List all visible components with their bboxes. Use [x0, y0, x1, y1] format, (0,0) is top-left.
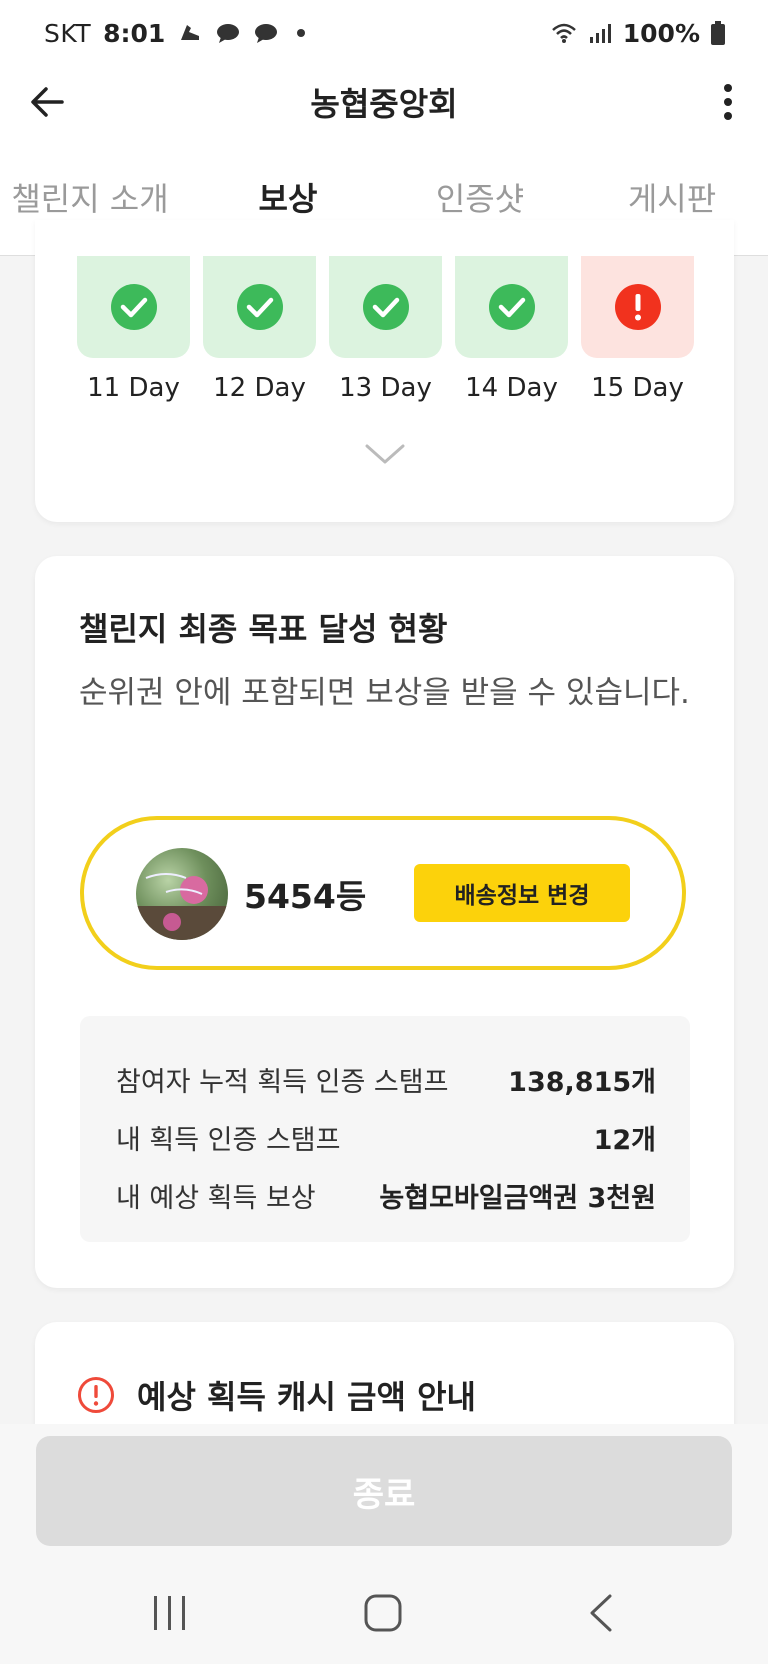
- daily-stamp-card: 11 Day 12 Day 13 Day 14 Day 15 Day: [35, 220, 734, 522]
- carrier-name: SKT: [44, 18, 92, 48]
- recent-apps-icon[interactable]: [146, 1592, 194, 1636]
- day-stamp: 13 Day: [329, 256, 442, 408]
- alert-circle-icon: [78, 1377, 114, 1413]
- day-stamp-box: [455, 256, 568, 358]
- page-title: 농협중앙회: [310, 85, 458, 123]
- stat-label: 내 예상 획득 보상: [116, 1182, 316, 1214]
- stat-value: 138,815개: [508, 1066, 656, 1098]
- stat-row: 내 획득 인증 스탬프 12개: [116, 1108, 656, 1166]
- day-stamp: 12 Day: [203, 256, 316, 408]
- check-circle-icon: [362, 284, 409, 330]
- day-label: 13 Day: [339, 373, 432, 403]
- stat-label: 참여자 누적 획득 인증 스탬프: [116, 1066, 449, 1098]
- signal-icon: [589, 24, 611, 43]
- shoe-icon: [181, 25, 200, 40]
- battery-percent: 100%: [622, 18, 700, 48]
- stat-label: 내 획득 인증 스탬프: [116, 1124, 341, 1156]
- my-rank: 5454등: [244, 877, 367, 916]
- end-button[interactable]: 종료: [36, 1436, 732, 1546]
- goal-status-card: 챌린지 최종 목표 달성 현황 순위권 안에 포함되면 보상을 받을 수 있습니…: [35, 556, 734, 1288]
- more-vertical-icon[interactable]: [708, 78, 748, 126]
- stat-value: 농협모바일금액권 3천원: [379, 1182, 656, 1214]
- system-nav-bar: [0, 1556, 768, 1664]
- day-stamp: 11 Day: [77, 256, 190, 408]
- chat-icon: [217, 24, 240, 43]
- check-circle-icon: [236, 284, 283, 330]
- check-circle-icon: [488, 284, 535, 330]
- day-stamp-box: [77, 256, 190, 358]
- app-header: 농협중앙회: [0, 66, 768, 138]
- day-stamp-box: [329, 256, 442, 358]
- change-shipping-button[interactable]: 배송정보 변경: [414, 864, 630, 922]
- bottom-action-bar: 종료: [0, 1424, 768, 1556]
- goal-card-title: 챌린지 최종 목표 달성 현황: [79, 610, 448, 648]
- day-stamp: 15 Day: [581, 256, 694, 408]
- chevron-down-icon[interactable]: [363, 438, 407, 468]
- exclamation-circle-icon: [614, 284, 661, 330]
- day-label: 11 Day: [87, 373, 180, 403]
- status-bar: SKT 8:01 100%: [0, 0, 768, 66]
- notice-title: 예상 획득 캐시 금액 안내: [137, 1378, 476, 1416]
- stat-row: 참여자 누적 획득 인증 스탬프 138,815개: [116, 1050, 656, 1108]
- day-stamp-box: [203, 256, 316, 358]
- chat-icon: [255, 24, 278, 43]
- day-label: 15 Day: [591, 373, 684, 403]
- daily-stamp-list: 11 Day 12 Day 13 Day 14 Day 15 Day: [77, 256, 694, 408]
- day-label: 12 Day: [213, 373, 306, 403]
- day-stamp: 14 Day: [455, 256, 568, 408]
- home-icon[interactable]: [360, 1592, 408, 1636]
- stat-row: 내 예상 획득 보상 농협모바일금액권 3천원: [116, 1166, 656, 1224]
- back-arrow-icon[interactable]: [26, 80, 70, 124]
- day-label: 14 Day: [465, 373, 558, 403]
- avatar: [136, 848, 228, 940]
- notification-dot-icon: [297, 29, 306, 37]
- stamp-stats-panel: 참여자 누적 획득 인증 스탬프 138,815개 내 획득 인증 스탬프 12…: [80, 1016, 690, 1242]
- day-stamp-box: [581, 256, 694, 358]
- clock: 8:01: [103, 18, 166, 48]
- goal-card-description: 순위권 안에 포함되면 보상을 받을 수 있습니다.: [79, 675, 690, 711]
- back-icon[interactable]: [580, 1592, 628, 1636]
- my-rank-panel: 5454등 배송정보 변경: [80, 816, 686, 970]
- check-circle-icon: [110, 284, 157, 330]
- stat-value: 12개: [593, 1124, 656, 1156]
- battery-icon: [711, 21, 725, 45]
- wifi-icon: [551, 23, 576, 43]
